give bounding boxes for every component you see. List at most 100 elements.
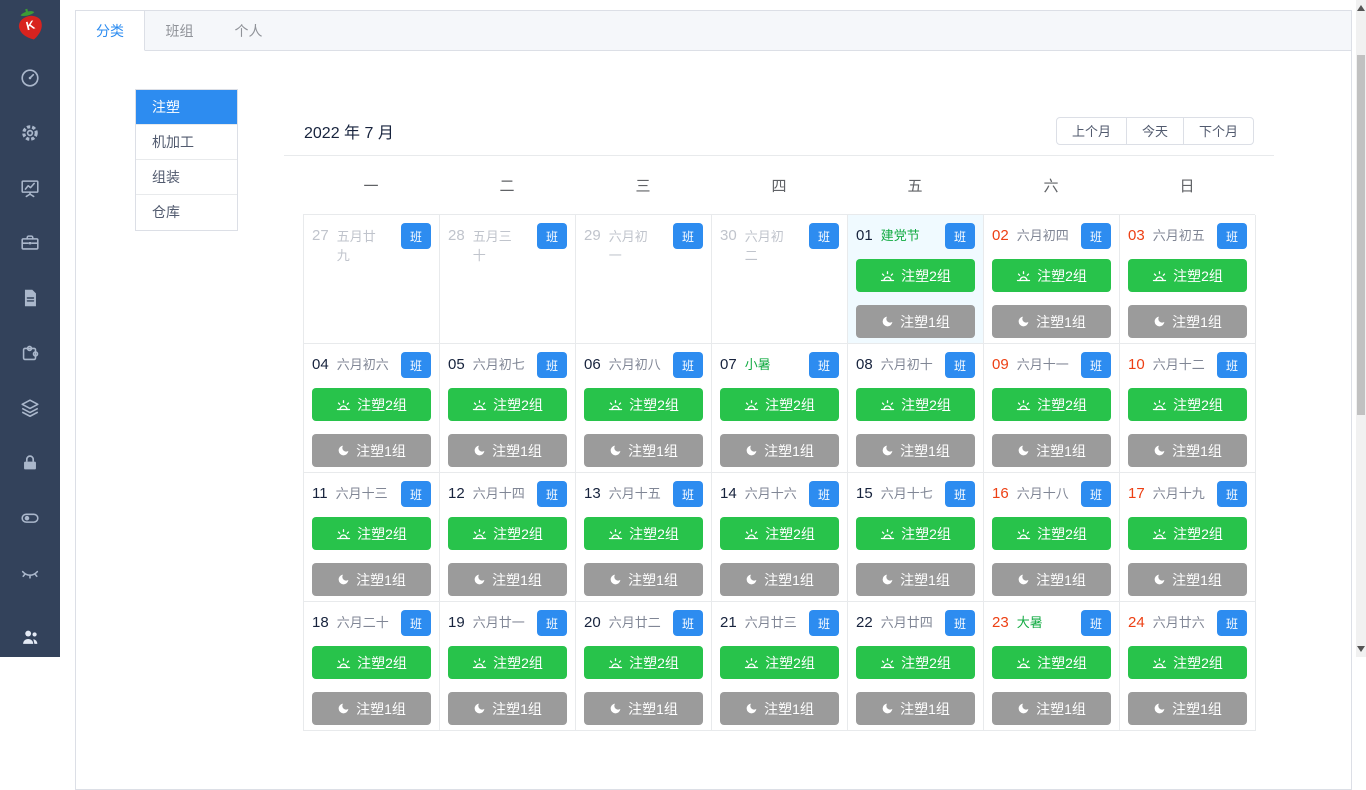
night-shift-button[interactable]: 注塑1组	[448, 563, 567, 596]
shift-badge[interactable]: 班	[1081, 223, 1111, 249]
calendar-day-cell[interactable]: 27 五月廿九班	[304, 215, 440, 344]
dashboard-icon[interactable]	[19, 67, 41, 89]
menu-item-assembly[interactable]: 组装	[136, 160, 237, 195]
calendar-day-cell[interactable]: 14 六月十六班注塑2组 注塑1组	[712, 473, 848, 602]
calendar-day-cell[interactable]: 01 建党节 班注塑2组 注塑1组	[848, 215, 984, 344]
shift-badge[interactable]: 班	[945, 352, 975, 378]
night-shift-button[interactable]: 注塑1组	[856, 692, 975, 725]
calendar-day-cell[interactable]: 18 六月二十班注塑2组 注塑1组	[304, 602, 440, 731]
scrollbar-thumb[interactable]	[1357, 55, 1365, 415]
night-shift-button[interactable]: 注塑1组	[584, 563, 703, 596]
day-shift-button[interactable]: 注塑2组	[312, 388, 431, 421]
shift-badge[interactable]: 班	[809, 481, 839, 507]
toggle-icon[interactable]	[19, 507, 41, 529]
night-shift-button[interactable]: 注塑1组	[992, 305, 1111, 338]
app-logo[interactable]: K	[10, 4, 50, 46]
tab-category[interactable]: 分类	[76, 11, 145, 51]
day-shift-button[interactable]: 注塑2组	[720, 517, 839, 550]
day-shift-button[interactable]: 注塑2组	[992, 646, 1111, 679]
night-shift-button[interactable]: 注塑1组	[312, 434, 431, 467]
toolbox-icon[interactable]	[19, 232, 41, 254]
day-shift-button[interactable]: 注塑2组	[1128, 388, 1247, 421]
shift-badge[interactable]: 班	[1217, 223, 1247, 249]
calendar-day-cell[interactable]: 22 六月廿四班注塑2组 注塑1组	[848, 602, 984, 731]
next-month-button[interactable]: 下个月	[1182, 116, 1254, 145]
calendar-day-cell[interactable]: 08 六月初十班注塑2组 注塑1组	[848, 344, 984, 473]
day-shift-button[interactable]: 注塑2组	[584, 646, 703, 679]
day-shift-button[interactable]: 注塑2组	[992, 517, 1111, 550]
calendar-day-cell[interactable]: 29 六月初一班	[576, 215, 712, 344]
shift-badge[interactable]: 班	[1217, 610, 1247, 636]
calendar-day-cell[interactable]: 03 六月初五班注塑2组 注塑1组	[1120, 215, 1256, 344]
shift-badge[interactable]: 班	[1081, 481, 1111, 507]
calendar-day-cell[interactable]: 19 六月廿一班注塑2组 注塑1组	[440, 602, 576, 731]
night-shift-button[interactable]: 注塑1组	[720, 563, 839, 596]
night-shift-button[interactable]: 注塑1组	[448, 434, 567, 467]
layers-icon[interactable]	[19, 397, 41, 419]
shift-badge[interactable]: 班	[537, 223, 567, 249]
shift-badge[interactable]: 班	[401, 481, 431, 507]
calendar-day-cell[interactable]: 11 六月十三班注塑2组 注塑1组	[304, 473, 440, 602]
night-shift-button[interactable]: 注塑1组	[992, 692, 1111, 725]
day-shift-button[interactable]: 注塑2组	[720, 646, 839, 679]
shift-badge[interactable]: 班	[809, 352, 839, 378]
day-shift-button[interactable]: 注塑2组	[1128, 646, 1247, 679]
night-shift-button[interactable]: 注塑1组	[1128, 305, 1247, 338]
night-shift-button[interactable]: 注塑1组	[312, 692, 431, 725]
shift-badge[interactable]: 班	[945, 481, 975, 507]
shift-badge[interactable]: 班	[1081, 610, 1111, 636]
day-shift-button[interactable]: 注塑2组	[720, 388, 839, 421]
calendar-day-cell[interactable]: 06 六月初八班注塑2组 注塑1组	[576, 344, 712, 473]
night-shift-button[interactable]: 注塑1组	[1128, 692, 1247, 725]
page-scrollbar[interactable]	[1356, 0, 1366, 657]
shift-badge[interactable]: 班	[401, 610, 431, 636]
calendar-day-cell[interactable]: 12 六月十四班注塑2组 注塑1组	[440, 473, 576, 602]
night-shift-button[interactable]: 注塑1组	[312, 563, 431, 596]
shift-badge[interactable]: 班	[401, 223, 431, 249]
menu-item-warehouse[interactable]: 仓库	[136, 195, 237, 230]
scroll-up-icon[interactable]	[1357, 5, 1365, 11]
calendar-day-cell[interactable]: 30 六月初二班	[712, 215, 848, 344]
shift-badge[interactable]: 班	[673, 223, 703, 249]
shift-badge[interactable]: 班	[809, 223, 839, 249]
eye-closed-icon[interactable]	[19, 562, 41, 584]
shift-badge[interactable]: 班	[673, 610, 703, 636]
calendar-day-cell[interactable]: 07 小暑 班注塑2组 注塑1组	[712, 344, 848, 473]
day-shift-button[interactable]: 注塑2组	[584, 388, 703, 421]
night-shift-button[interactable]: 注塑1组	[584, 434, 703, 467]
shift-badge[interactable]: 班	[945, 610, 975, 636]
calendar-day-cell[interactable]: 24 六月廿六班注塑2组 注塑1组	[1120, 602, 1256, 731]
day-shift-button[interactable]: 注塑2组	[584, 517, 703, 550]
shift-badge[interactable]: 班	[673, 481, 703, 507]
night-shift-button[interactable]: 注塑1组	[856, 434, 975, 467]
shift-badge[interactable]: 班	[537, 352, 567, 378]
day-shift-button[interactable]: 注塑2组	[448, 388, 567, 421]
night-shift-button[interactable]: 注塑1组	[856, 563, 975, 596]
day-shift-button[interactable]: 注塑2组	[856, 517, 975, 550]
day-shift-button[interactable]: 注塑2组	[312, 517, 431, 550]
day-shift-button[interactable]: 注塑2组	[856, 646, 975, 679]
tab-team[interactable]: 班组	[145, 11, 214, 51]
calendar-day-cell[interactable]: 05 六月初七班注塑2组 注塑1组	[440, 344, 576, 473]
night-shift-button[interactable]: 注塑1组	[448, 692, 567, 725]
settings-gear-icon[interactable]	[19, 122, 41, 144]
calendar-day-cell[interactable]: 23 大暑 班注塑2组 注塑1组	[984, 602, 1120, 731]
lock-icon[interactable]	[19, 452, 41, 474]
calendar-day-cell[interactable]: 13 六月十五班注塑2组 注塑1组	[576, 473, 712, 602]
team-icon[interactable]	[19, 626, 41, 648]
calendar-day-cell[interactable]: 16 六月十八班注塑2组 注塑1组	[984, 473, 1120, 602]
calendar-day-cell[interactable]: 09 六月十一班注塑2组 注塑1组	[984, 344, 1120, 473]
calendar-day-cell[interactable]: 21 六月廿三班注塑2组 注塑1组	[712, 602, 848, 731]
night-shift-button[interactable]: 注塑1组	[1128, 434, 1247, 467]
calendar-day-cell[interactable]: 15 六月十七班注塑2组 注塑1组	[848, 473, 984, 602]
tab-personal[interactable]: 个人	[214, 11, 283, 51]
puzzle-icon[interactable]	[19, 342, 41, 364]
shift-badge[interactable]: 班	[673, 352, 703, 378]
day-shift-button[interactable]: 注塑2组	[992, 388, 1111, 421]
calendar-day-cell[interactable]: 02 六月初四班注塑2组 注塑1组	[984, 215, 1120, 344]
day-shift-button[interactable]: 注塑2组	[992, 259, 1111, 292]
night-shift-button[interactable]: 注塑1组	[584, 692, 703, 725]
night-shift-button[interactable]: 注塑1组	[856, 305, 975, 338]
document-icon[interactable]	[19, 287, 41, 309]
night-shift-button[interactable]: 注塑1组	[1128, 563, 1247, 596]
